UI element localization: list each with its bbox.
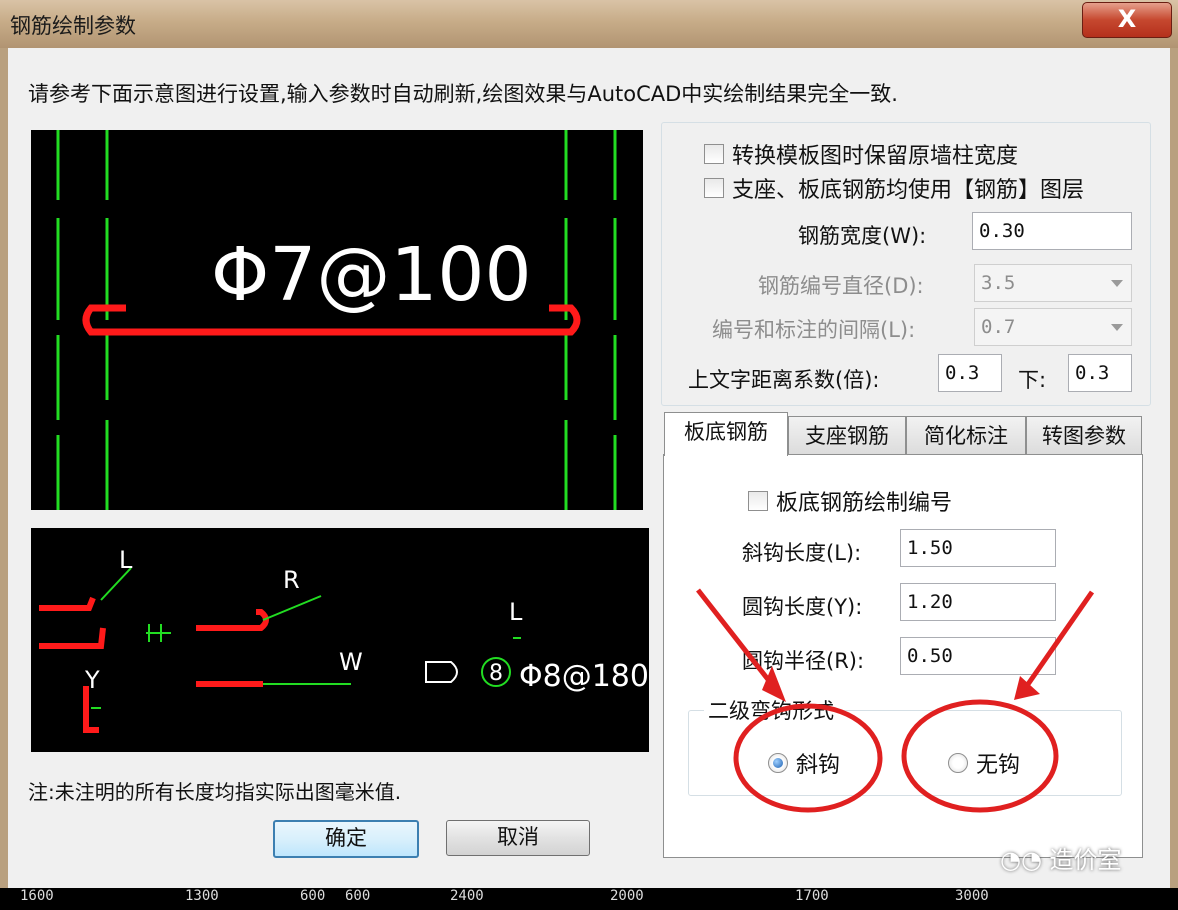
checkbox-box[interactable] — [748, 491, 768, 511]
label-L1: L — [119, 546, 133, 574]
secondary-hook-title: 二级弯钩形式 — [704, 695, 838, 725]
tab-bottom-rebar[interactable]: 板底钢筋 — [664, 412, 788, 456]
preview-top-drawing: Φ7@100 — [56, 130, 617, 510]
preview-bottom: L Y R W L 8 Φ8@180 — [31, 528, 649, 752]
hook-length-input[interactable]: 1.50 — [900, 529, 1056, 567]
ruler-value: 3000 — [955, 888, 989, 904]
ruler-value: 1600 — [20, 888, 54, 904]
label-W: W — [339, 648, 363, 676]
window-frame-right — [1170, 48, 1178, 890]
ruler-value: 2400 — [450, 888, 484, 904]
number-diameter-select[interactable]: 3.5 — [974, 264, 1132, 302]
radio-label: 斜钩 — [796, 753, 841, 778]
hook-length-label: 斜钩长度(L): — [742, 541, 862, 565]
radio-dot[interactable] — [768, 753, 788, 773]
ruler-value: 1300 — [185, 888, 219, 904]
tab-simplified-label[interactable]: 简化标注 — [906, 416, 1026, 454]
radio-no-hook[interactable]: 无钩 — [948, 747, 1020, 779]
ok-button[interactable]: 确定 — [273, 820, 419, 858]
radio-slant-hook[interactable]: 斜钩 — [768, 747, 840, 779]
preview-bottom-drawing: L Y R W L 8 Φ8@180 — [39, 546, 649, 733]
tab-panel-bottom-rebar: 板底钢筋绘制编号 斜钩长度(L): 1.50 圆钩长度(Y): 1.20 圆钩半… — [663, 454, 1143, 858]
ruler-value: 600 — [345, 888, 371, 904]
checkbox-label: 支座、板底钢筋均使用【钢筋】图层 — [732, 178, 1085, 203]
text-distance-lower-input[interactable]: 0.3 — [1068, 354, 1132, 392]
title-bar: 钢筋绘制参数 X — [0, 0, 1178, 48]
label-spacing-select[interactable]: 0.7 — [974, 308, 1132, 346]
ruler-value: 600 — [300, 888, 326, 904]
watermark-text: 造价室 — [1049, 846, 1122, 874]
round-hook-radius-label: 圆钩半径(R): — [742, 649, 865, 673]
label-L2: L — [509, 598, 523, 626]
tab-conversion-params[interactable]: 转图参数 — [1026, 416, 1142, 454]
window-title: 钢筋绘制参数 — [10, 14, 136, 38]
checkbox-box[interactable] — [704, 178, 724, 198]
label-Y: Y — [84, 666, 100, 694]
label-R: R — [283, 566, 300, 594]
checkbox-box[interactable] — [704, 144, 724, 164]
radio-label: 无钩 — [976, 753, 1021, 778]
label-symbol-D — [425, 661, 458, 683]
text-distance-lower-label: 下: — [1018, 368, 1047, 392]
use-rebar-layer-checkbox[interactable]: 支座、板底钢筋均使用【钢筋】图层 — [704, 172, 1084, 204]
rebar-width-input[interactable]: 0.30 — [972, 212, 1132, 250]
round-hook-length-label: 圆钩长度(Y): — [742, 595, 863, 619]
wechat-icon: ◔◔ — [1000, 846, 1042, 874]
text-distance-label: 上文字距离系数(倍): — [688, 368, 880, 392]
text-distance-upper-input[interactable]: 0.3 — [938, 354, 1002, 392]
label-spacing-label: 编号和标注的间隔(L): — [712, 318, 916, 342]
note-text: 注:未注明的所有长度均指实际出图毫米值. — [28, 780, 402, 804]
number-diameter-label: 钢筋编号直径(D): — [758, 274, 924, 298]
bottom-rebar-label: Φ8@180 — [519, 659, 649, 694]
dialog-body: 请参考下面示意图进行设置,输入参数时自动刷新,绘图效果与AutoCAD中实绘制结… — [8, 48, 1170, 890]
preview-top: Φ7@100 — [31, 130, 643, 510]
preview-rebar-label: Φ7@100 — [211, 232, 532, 318]
rebar-width-label: 钢筋宽度(W): — [798, 224, 927, 248]
select-value: 0.7 — [981, 316, 1016, 338]
number-label: 8 — [489, 661, 503, 686]
cancel-button[interactable]: 取消 — [446, 820, 590, 856]
close-button[interactable]: X — [1082, 2, 1172, 38]
window-frame-left — [0, 48, 8, 890]
cad-ruler-strip: 1600 1300 600 600 2400 2000 1700 3000 — [0, 888, 1178, 910]
chevron-down-icon — [1111, 324, 1123, 331]
intro-text: 请参考下面示意图进行设置,输入参数时自动刷新,绘图效果与AutoCAD中实绘制结… — [28, 82, 898, 106]
select-value: 3.5 — [981, 272, 1016, 294]
draw-number-checkbox[interactable]: 板底钢筋绘制编号 — [748, 485, 952, 517]
chevron-down-icon — [1111, 280, 1123, 287]
checkbox-label: 转换模板图时保留原墙柱宽度 — [732, 144, 1019, 169]
radio-dot[interactable] — [948, 753, 968, 773]
ruler-value: 1700 — [795, 888, 829, 904]
keep-wall-width-checkbox[interactable]: 转换模板图时保留原墙柱宽度 — [704, 138, 1018, 170]
round-hook-radius-input[interactable]: 0.50 — [900, 637, 1056, 675]
watermark: ◔◔ 造价室 — [1000, 840, 1122, 875]
ruler-value: 2000 — [610, 888, 644, 904]
round-hook-length-input[interactable]: 1.20 — [900, 583, 1056, 621]
tab-support-rebar[interactable]: 支座钢筋 — [788, 416, 906, 454]
checkbox-label: 板底钢筋绘制编号 — [776, 491, 953, 516]
